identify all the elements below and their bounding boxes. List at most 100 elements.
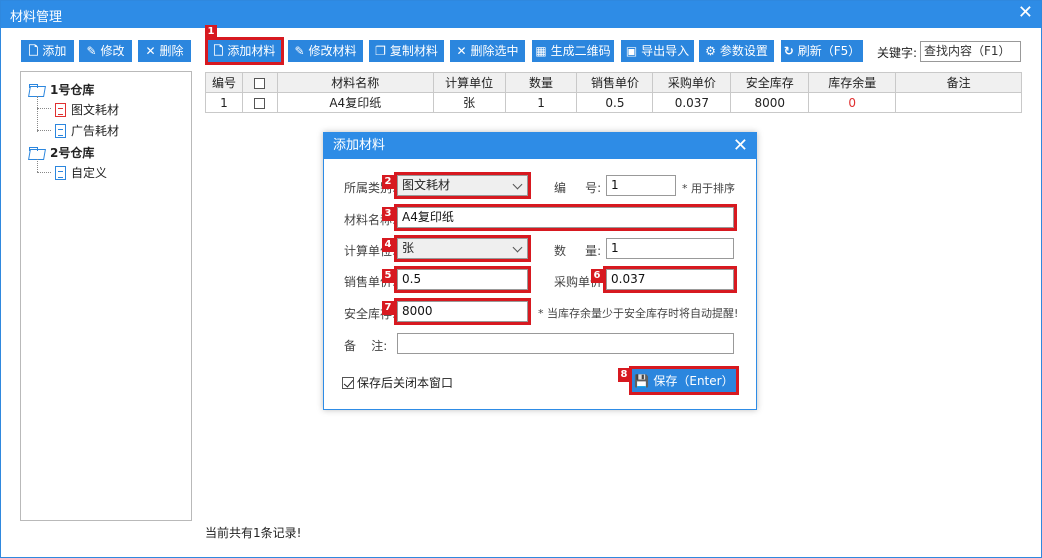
number-note: * 用于排序: [682, 182, 735, 195]
cell-sale-price: 0.5: [576, 92, 654, 113]
close-icon[interactable]: ✕: [1018, 4, 1033, 22]
checkbox-checked-icon: [342, 376, 354, 389]
number-field[interactable]: 1: [606, 175, 676, 196]
column-header[interactable]: 计算单位: [432, 72, 506, 93]
record-count: 当前共有1条记录!: [205, 526, 302, 540]
cell-id: 1: [205, 92, 243, 113]
add-doc-icon: 🗋: [28, 44, 39, 58]
row-checkbox[interactable]: [241, 92, 278, 113]
close-after-save-checkbox[interactable]: 保存后关闭本窗口: [342, 374, 453, 391]
tree-node-warehouse-1[interactable]: 1号仓库: [29, 81, 94, 98]
folder-icon: [29, 83, 45, 96]
safe-stock-note: * 当库存余量少于安全库存时将自动提醒!: [538, 307, 739, 320]
close-icon: ✕: [456, 44, 467, 58]
chevron-down-icon: [512, 179, 523, 190]
step-badge: 7: [382, 301, 394, 315]
delete-selected-button[interactable]: ✕ 删除选中: [450, 40, 525, 62]
cell-remark: [895, 92, 1022, 113]
tree-node-category[interactable]: 图文耗材: [55, 101, 119, 118]
excel-icon: ▣: [625, 44, 638, 58]
step-badge: 8: [618, 368, 630, 382]
window-title: 材料管理: [10, 10, 63, 25]
search-input[interactable]: 查找内容（F1）: [920, 41, 1021, 62]
copy-material-button[interactable]: ❐ 复制材料: [369, 40, 444, 62]
column-header[interactable]: 采购单价: [652, 72, 732, 93]
chevron-down-icon: [512, 242, 523, 253]
tree-node-category[interactable]: 自定义: [55, 164, 107, 181]
tree-connector: [37, 159, 38, 172]
column-header[interactable]: 安全库存: [730, 72, 810, 93]
tree-connector: [37, 96, 38, 132]
cell-remaining: 0: [808, 92, 897, 113]
title-bar: 材料管理 ✕: [1, 1, 1041, 28]
column-header[interactable]: 库存余量: [808, 72, 897, 93]
number-label: 编 号:: [554, 181, 602, 195]
save-icon: 💾: [634, 373, 650, 388]
warehouse-tree: 1号仓库 图文耗材 广告耗材 2号仓库 自定义: [20, 71, 192, 521]
table-header-row: 编号 材料名称 计算单位 数量 销售单价 采购单价 安全库存 库存余量 备注: [205, 72, 1022, 93]
tree-connector: [37, 108, 51, 109]
export-import-button[interactable]: ▣ 导出导入: [621, 40, 694, 62]
close-icon[interactable]: ✕: [733, 133, 748, 159]
cell-qty: 1: [504, 92, 578, 113]
tree-node-category[interactable]: 广告耗材: [55, 122, 119, 139]
step-badge: 5: [382, 269, 394, 283]
delete-button[interactable]: ✕ 删除: [138, 40, 191, 62]
search-label: 关键字:: [877, 46, 918, 60]
cell-unit: 张: [432, 92, 506, 113]
dialog-title: 添加材料: [333, 138, 386, 153]
add-button[interactable]: 🗋 添加: [21, 40, 74, 62]
refresh-button[interactable]: ↻ 刷新（F5）: [781, 40, 863, 62]
document-icon: [55, 165, 66, 180]
document-icon: [55, 123, 66, 138]
select-all-checkbox[interactable]: [241, 72, 278, 93]
column-header[interactable]: 备注: [895, 72, 1022, 93]
remark-field[interactable]: [397, 333, 734, 354]
column-header[interactable]: 销售单价: [576, 72, 654, 93]
refresh-icon: ↻: [783, 44, 794, 58]
edit-button[interactable]: ✎ 修改: [79, 40, 132, 62]
purchase-price-field[interactable]: 0.037: [606, 269, 734, 290]
close-icon: ✕: [145, 44, 156, 58]
save-button[interactable]: 💾 保存（Enter）: [632, 369, 736, 392]
settings-button[interactable]: ⚙ 参数设置: [699, 40, 774, 62]
category-select[interactable]: 图文耗材: [397, 175, 528, 196]
step-badge: 4: [382, 238, 394, 252]
materials-table: 编号 材料名称 计算单位 数量 销售单价 采购单价 安全库存 库存余量 备注 1…: [205, 72, 1022, 113]
tree-connector: [37, 172, 51, 173]
folder-icon: [29, 146, 45, 159]
step-badge: 6: [591, 269, 603, 283]
table-row[interactable]: 1 A4复印纸 张 1 0.5 0.037 8000 0: [205, 92, 1022, 113]
add-material-button[interactable]: 🗋 添加材料: [208, 40, 281, 62]
edit-icon: ✎: [86, 44, 97, 58]
step-badge: 3: [382, 207, 394, 221]
dialog-title-bar: 添加材料 ✕: [324, 133, 756, 159]
gear-icon: ⚙: [705, 44, 716, 58]
safe-stock-field[interactable]: 8000: [397, 301, 528, 322]
column-header[interactable]: 数量: [504, 72, 578, 93]
name-field[interactable]: A4复印纸: [397, 207, 734, 228]
edit-material-button[interactable]: ✎ 修改材料: [288, 40, 363, 62]
qrcode-icon: ▦: [535, 44, 547, 58]
cell-purchase-price: 0.037: [652, 92, 732, 113]
document-icon: [55, 102, 66, 117]
tree-node-warehouse-2[interactable]: 2号仓库: [29, 144, 94, 161]
qty-label: 数 量:: [554, 244, 602, 258]
cell-safe-stock: 8000: [730, 92, 810, 113]
qty-field[interactable]: 1: [606, 238, 734, 259]
copy-icon: ❐: [375, 44, 386, 58]
column-header[interactable]: 材料名称: [276, 72, 434, 93]
step-badge: 2: [382, 175, 394, 189]
add-material-dialog: 添加材料 ✕ 所属类别: 图文耗材 编 号: 1 * 用于排序 材料名称: A4…: [323, 132, 757, 410]
tree-connector: [37, 130, 51, 131]
cell-name: A4复印纸: [276, 92, 434, 113]
column-header[interactable]: 编号: [205, 72, 243, 93]
sale-price-field[interactable]: 0.5: [397, 269, 528, 290]
step-badge: 1: [205, 25, 217, 39]
unit-select[interactable]: 张: [397, 238, 528, 259]
add-doc-icon: 🗋: [213, 44, 224, 58]
material-management-window: 材料管理 ✕ 🗋 添加 ✎ 修改 ✕ 删除 🗋 添加材料 ✎ 修改材料 ❐ 复制材料 ✕ 删除…: [0, 0, 1042, 558]
edit-icon: ✎: [294, 44, 305, 58]
generate-qrcode-button[interactable]: ▦ 生成二维码: [532, 40, 614, 62]
remark-label: 备 注:: [344, 339, 388, 353]
